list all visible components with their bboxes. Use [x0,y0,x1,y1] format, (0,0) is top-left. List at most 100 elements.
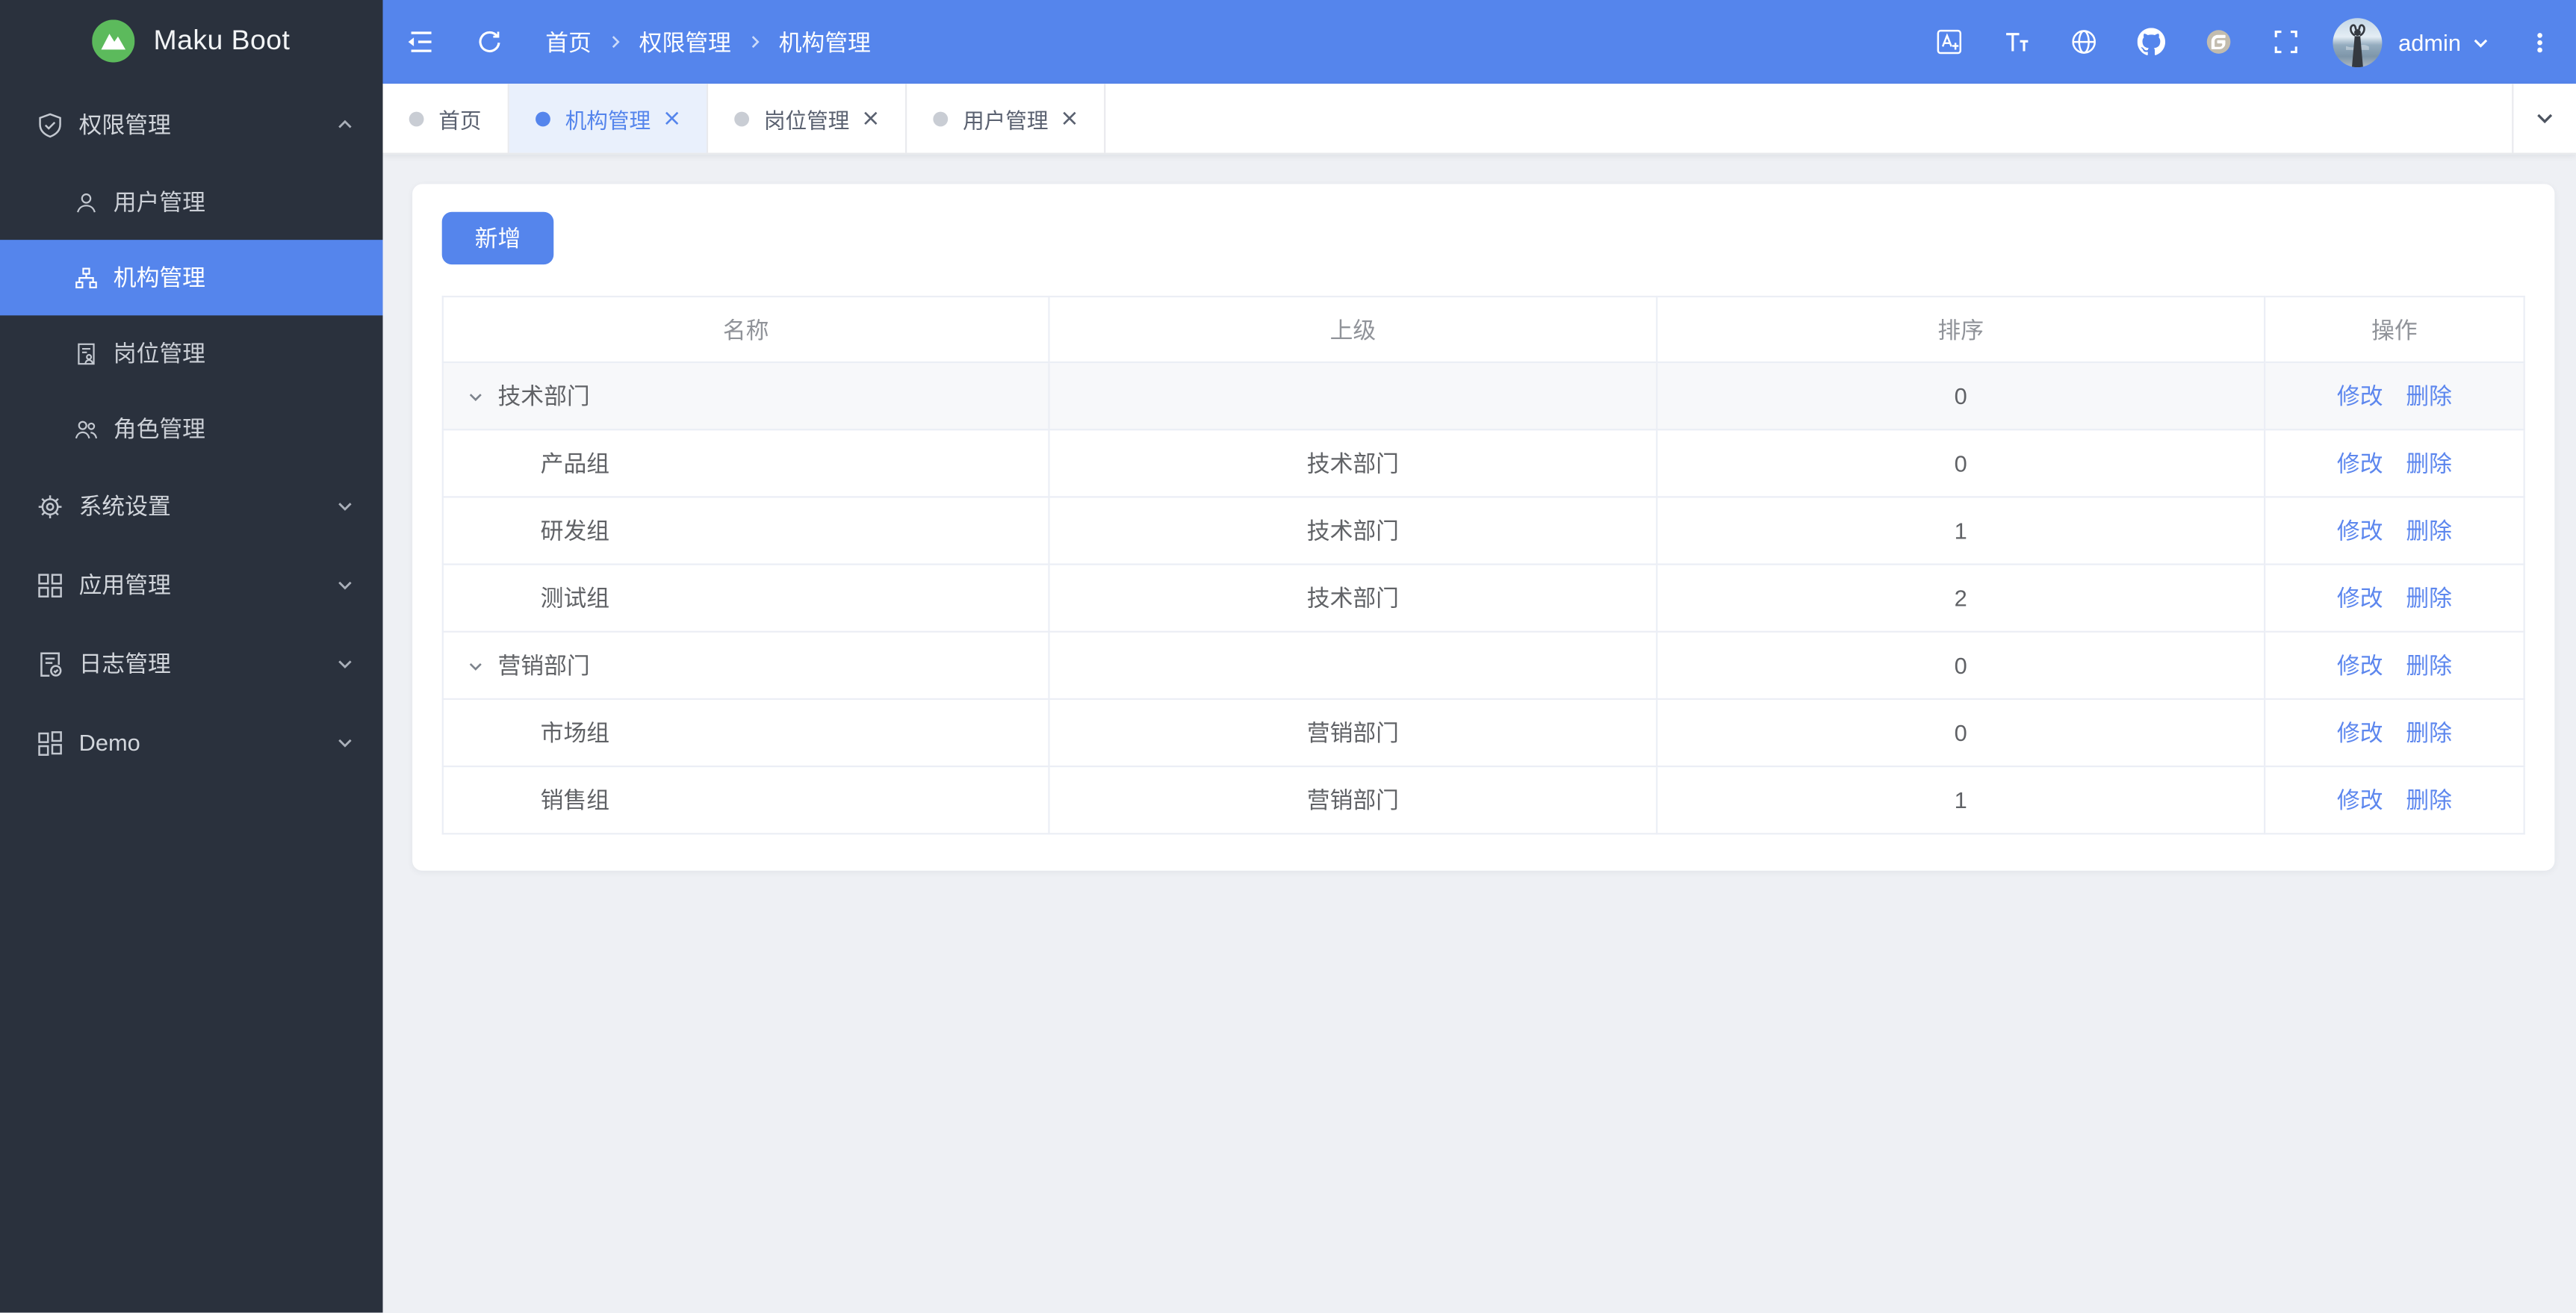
edit-link[interactable]: 修改 [2337,450,2383,477]
log-doc-icon [36,650,63,677]
sidebar-item-apps[interactable]: 应用管理 [0,545,383,624]
tab-status-dot [933,111,949,126]
app-window: Maku Boot 权限管理 用户管理 机构管理 岗位管理 角色管理 系统设置 应用管理 日志… [0,0,2576,1313]
breadcrumb-item[interactable]: 机构管理 [779,25,871,58]
tabs-dropdown-button[interactable] [2512,84,2576,153]
sidebar-menu: 权限管理用户管理机构管理岗位管理角色管理系统设置应用管理日志管理 Demo [0,85,383,782]
username[interactable]: admin [2398,28,2461,55]
org-tree-icon [74,265,99,290]
org-name: 技术部门 [497,382,590,409]
menu-fold-icon[interactable] [404,28,435,55]
breadcrumb-item[interactable]: 首页 [545,25,592,58]
post-doc-icon [74,341,99,365]
breadcrumb-item[interactable]: 权限管理 [639,25,731,58]
tab-posts[interactable]: 岗位管理 [708,84,907,153]
tab-home[interactable]: 首页 [383,84,509,153]
delete-link[interactable]: 删除 [2406,652,2452,678]
table-row: 研发组 技术部门 1 修改 删除 [441,496,2525,565]
parent-cell [1048,361,1658,431]
delete-link[interactable]: 删除 [2406,787,2452,813]
tab-status-dot [409,111,424,126]
edit-link[interactable]: 修改 [2337,652,2383,678]
close-icon[interactable] [664,110,680,126]
close-icon[interactable] [1061,110,1078,126]
edit-link[interactable]: 修改 [2337,787,2383,813]
fullscreen-icon[interactable] [2272,28,2300,55]
chevron-down-icon [335,575,355,595]
close-icon[interactable] [863,110,879,126]
parent-cell: 技术部门 [1048,429,1658,498]
globe-icon[interactable] [2070,28,2097,55]
actions-cell: 修改 删除 [2264,630,2525,701]
edit-link[interactable]: 修改 [2337,585,2383,611]
edit-link[interactable]: 修改 [2337,719,2383,745]
chevron-down-icon [335,733,355,752]
sidebar-item-demo[interactable]: Demo [0,703,383,782]
tab-users[interactable]: 用户管理 [907,84,1106,153]
actions-cell: 修改 删除 [2264,496,2525,565]
shield-check-icon [36,111,63,138]
translate-icon[interactable] [1935,28,1963,55]
sidebar: Maku Boot 权限管理用户管理机构管理岗位管理角色管理系统设置应用管理日志… [0,0,383,1313]
sidebar-item-posts[interactable]: 岗位管理 [0,315,383,391]
delete-link[interactable]: 删除 [2406,450,2452,477]
delete-link[interactable]: 删除 [2406,518,2452,544]
sidebar-item-users[interactable]: 用户管理 [0,164,383,240]
kebab-menu-icon[interactable] [2527,28,2553,55]
app-logo[interactable]: Maku Boot [0,0,383,82]
tab-label: 首页 [438,108,482,133]
tab-bar: 首页 机构管理 岗位管理 用户管理 [382,84,2576,155]
org-name: 产品组 [540,450,610,477]
gitee-icon[interactable] [2205,28,2232,55]
column-header: 排序 [1656,295,2266,364]
name-cell: 营销部门 [441,630,1050,701]
name-cell: 产品组 [441,429,1050,498]
sidebar-item-label: 应用管理 [78,571,171,598]
column-header: 上级 [1048,295,1658,364]
app-title: Maku Boot [153,24,291,56]
github-icon[interactable] [2137,28,2165,55]
name-cell: 研发组 [441,496,1050,565]
parent-cell: 技术部门 [1048,563,1658,633]
sort-cell: 0 [1656,361,2266,431]
demo-grid-icon [36,729,63,757]
refresh-icon[interactable] [477,28,503,55]
delete-link[interactable]: 删除 [2406,585,2452,611]
main-content: 新增 名称 上级 排序 操作 技术部门 0 修改 删除 产品组 技术部门 0 修改 删除 研发组 技术部门… [382,152,2576,1313]
org-name: 市场组 [540,719,610,746]
parent-cell [1048,630,1658,701]
header-actions: admin [1935,17,2576,67]
actions-cell: 修改 删除 [2264,429,2525,498]
sidebar-item-label: 角色管理 [113,415,205,442]
sidebar-item-system[interactable]: 系统设置 [0,467,383,546]
font-size-icon[interactable] [2002,28,2030,55]
chevron-up-icon [335,115,355,134]
delete-link[interactable]: 删除 [2406,719,2452,745]
tree-expand-icon[interactable] [467,387,485,405]
org-table: 名称 上级 排序 操作 技术部门 0 修改 删除 产品组 技术部门 0 修改 删除 研发组 技术部门 1 修改… [441,295,2525,835]
tree-expand-icon[interactable] [467,656,485,674]
table-row: 营销部门 0 修改 删除 [441,630,2525,701]
tab-orgs[interactable]: 机构管理 [509,84,709,153]
sidebar-item-logs[interactable]: 日志管理 [0,624,383,704]
delete-link[interactable]: 删除 [2406,383,2452,409]
table-row: 技术部门 0 修改 删除 [441,361,2525,431]
sidebar-item-orgs[interactable]: 机构管理 [0,240,383,316]
name-cell: 测试组 [441,563,1050,633]
edit-link[interactable]: 修改 [2337,383,2383,409]
parent-cell: 技术部门 [1048,496,1658,565]
chevron-down-icon[interactable] [2471,32,2490,52]
sidebar-item-label: 日志管理 [78,651,171,677]
table-row: 产品组 技术部门 0 修改 删除 [441,429,2525,498]
sidebar-item-label: 用户管理 [113,188,205,216]
parent-cell: 营销部门 [1048,766,1658,835]
sidebar-item-label: 机构管理 [113,264,205,291]
avatar[interactable] [2333,17,2383,67]
actions-cell: 修改 删除 [2264,766,2525,835]
sidebar-item-permission[interactable]: 权限管理 [0,85,383,164]
edit-link[interactable]: 修改 [2337,518,2383,544]
sidebar-item-roles[interactable]: 角色管理 [0,391,383,467]
org-name: 测试组 [540,585,610,612]
roles-icon [74,417,99,441]
add-button[interactable]: 新增 [441,211,554,265]
